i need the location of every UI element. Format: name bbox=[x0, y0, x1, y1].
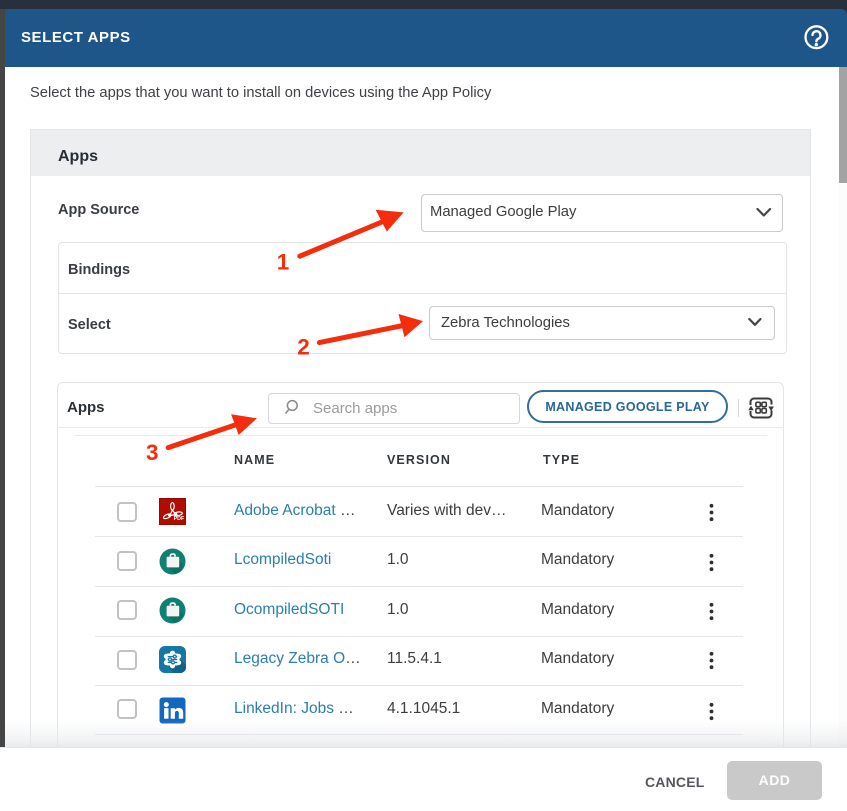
svg-text:1: 1 bbox=[277, 250, 290, 275]
svg-text:2: 2 bbox=[297, 335, 310, 360]
svg-text:3: 3 bbox=[146, 440, 159, 465]
